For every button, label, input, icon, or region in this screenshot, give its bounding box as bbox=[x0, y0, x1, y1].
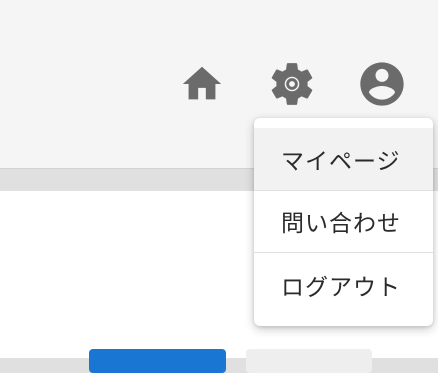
home-button[interactable] bbox=[176, 58, 228, 110]
settings-button[interactable] bbox=[266, 58, 318, 110]
user-dropdown-menu: マイページ 問い合わせ ログアウト bbox=[254, 118, 433, 326]
account-button[interactable] bbox=[356, 58, 408, 110]
menu-item-label: 問い合わせ bbox=[281, 211, 401, 237]
menu-item-mypage[interactable]: マイページ bbox=[254, 128, 433, 190]
home-icon bbox=[182, 66, 222, 100]
gear-icon bbox=[271, 63, 313, 105]
primary-action-button[interactable] bbox=[89, 349, 226, 373]
menu-divider bbox=[254, 252, 433, 253]
menu-item-label: マイページ bbox=[281, 149, 401, 175]
menu-item-logout[interactable]: ログアウト bbox=[254, 254, 433, 316]
account-circle-icon bbox=[360, 62, 404, 106]
secondary-action-button[interactable] bbox=[246, 349, 372, 373]
menu-item-contact[interactable]: 問い合わせ bbox=[254, 190, 433, 252]
menu-item-label: ログアウト bbox=[281, 275, 401, 301]
